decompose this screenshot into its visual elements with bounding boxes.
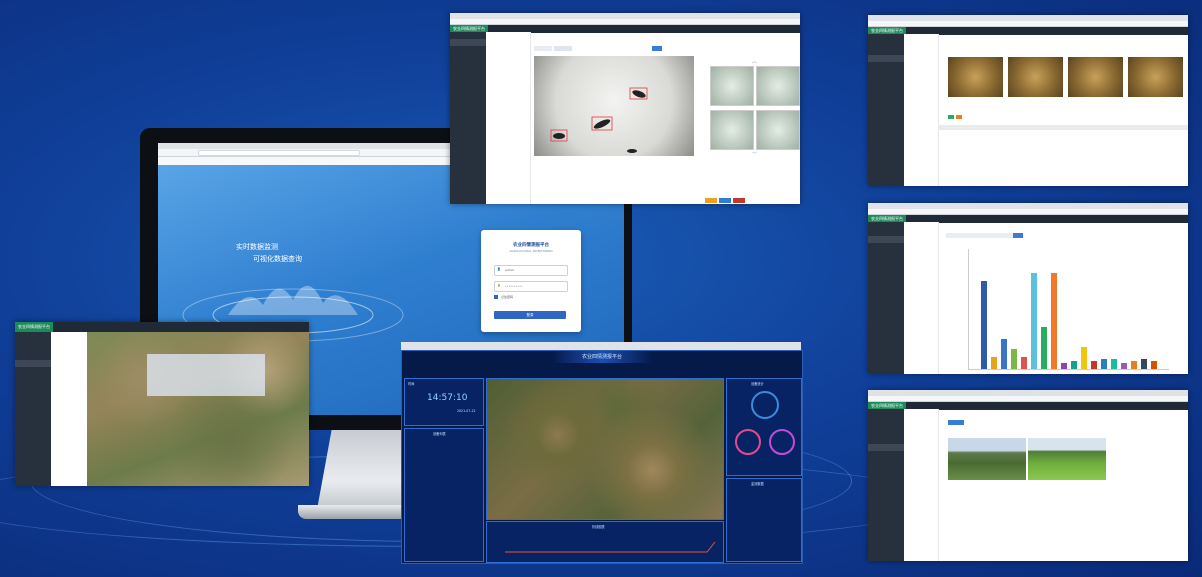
sidebar <box>868 222 904 374</box>
bar-mark <box>1011 349 1017 369</box>
sidebar <box>868 34 904 186</box>
search-button[interactable] <box>1013 233 1023 238</box>
map-window: 农业四情测报平台 <box>15 322 309 486</box>
spore-image[interactable] <box>948 57 1003 97</box>
microscope-window: 农业四情测报平台 <box>868 15 1188 186</box>
checkbox-icon[interactable] <box>494 295 498 299</box>
clock-panel: 时间 14:57:10 2021-07-22 <box>404 378 484 426</box>
sidebar <box>450 32 486 204</box>
view-button[interactable] <box>948 115 954 119</box>
bar-mark <box>1021 357 1027 369</box>
bar-mark <box>991 357 997 369</box>
field-camera-window: 农业四情测报平台 <box>868 390 1188 561</box>
device-tree[interactable] <box>51 332 88 486</box>
action-button[interactable] <box>719 198 731 203</box>
select-button[interactable] <box>948 420 964 425</box>
action-button[interactable] <box>705 198 717 203</box>
lock-icon: 🔒 <box>497 283 501 287</box>
action-button[interactable] <box>733 198 745 203</box>
device-list-title: 设备列表 <box>433 432 446 436</box>
bar-mark <box>1151 361 1157 369</box>
tab[interactable] <box>554 46 572 51</box>
pest-monitor-window: 农业四情测报平台 ︿ ﹀ <box>450 13 800 204</box>
spore-image[interactable] <box>1068 57 1123 97</box>
chevron-down-icon[interactable]: ﹀ <box>752 151 757 158</box>
bar-mark <box>1131 361 1137 369</box>
user-icon: 👤 <box>497 267 501 271</box>
bar-mark <box>1111 359 1117 369</box>
device-tree[interactable] <box>904 409 939 561</box>
bar-mark <box>1081 347 1087 369</box>
satellite-map[interactable] <box>87 332 309 486</box>
bar-mark <box>1061 363 1067 369</box>
username-value: admin <box>505 268 515 272</box>
bar-mark <box>1041 327 1047 369</box>
delete-button[interactable] <box>956 115 962 119</box>
field-photo[interactable] <box>948 438 1026 480</box>
sidebar <box>15 332 51 486</box>
device-stats-panel: 设备统计 <box>726 378 802 476</box>
statistics-window: 农业四情测报平台 <box>868 203 1188 374</box>
search-button[interactable] <box>652 46 662 51</box>
bar-mark <box>1001 339 1007 369</box>
pest-image[interactable] <box>534 56 694 156</box>
sidebar <box>868 409 904 561</box>
date: 2021-07-22 <box>457 409 476 413</box>
gauge <box>735 429 761 455</box>
right-title-2: 监测数据 <box>751 482 764 486</box>
tab[interactable] <box>534 46 552 51</box>
gauge <box>751 391 779 419</box>
device-tree[interactable] <box>904 222 939 374</box>
dashboard: 农业四情测报平台 时间 14:57:10 2021-07-22 设备列表 折线图… <box>401 350 803 564</box>
platform-brand: 农业四情测报平台 <box>15 322 53 332</box>
thumbnail[interactable] <box>756 110 800 150</box>
thumbnail[interactable] <box>710 110 754 150</box>
line-chart-panel: 折线图表 <box>486 521 724 563</box>
dashboard-title: 农业四情测报平台 <box>552 351 652 363</box>
bar-mark <box>1101 359 1107 369</box>
username-field[interactable]: 👤 admin <box>494 265 568 276</box>
dashboard-map[interactable] <box>486 378 724 520</box>
remember-label: 记住密码 <box>501 295 514 299</box>
spore-image[interactable] <box>1008 57 1063 97</box>
date-range-input[interactable] <box>946 233 1016 238</box>
section-header <box>938 125 1188 130</box>
bar-mark <box>1051 273 1057 369</box>
time-label: 时间 <box>408 382 415 386</box>
gauge <box>769 429 795 455</box>
bar-mark <box>1091 361 1097 369</box>
right-title-1: 设备统计 <box>751 382 764 386</box>
bar-mark <box>1071 361 1077 369</box>
bar-mark <box>1141 359 1147 369</box>
thumbnail[interactable] <box>756 66 800 106</box>
address-bar[interactable] <box>198 150 360 156</box>
login-card-subtitle: AGRICULTURAL MONITORING <box>509 249 553 253</box>
device-list-panel[interactable]: 设备列表 <box>404 428 484 562</box>
slogan-line-2: 可视化数据查询 <box>253 255 302 263</box>
device-tree[interactable] <box>486 32 531 204</box>
field-photo[interactable] <box>1028 438 1106 480</box>
bar-mark <box>981 281 987 369</box>
login-button[interactable]: 登录 <box>494 311 566 319</box>
login-card-title: 农业四情测报平台 <box>513 243 549 248</box>
chevron-up-icon[interactable]: ︿ <box>752 58 757 65</box>
bar-mark <box>1121 363 1127 369</box>
login-card: 农业四情测报平台 AGRICULTURAL MONITORING 👤 admin… <box>481 230 581 332</box>
info-popup <box>147 354 265 396</box>
pest-bar-chart <box>968 249 1169 370</box>
password-field[interactable]: 🔒 •••••••••• <box>494 281 568 292</box>
password-value: •••••••••• <box>505 284 523 288</box>
monitor-data-panel: 监测数据 <box>726 478 802 562</box>
spore-image[interactable] <box>1128 57 1183 97</box>
slogan-line-1: 实时数据监测 <box>236 243 278 251</box>
device-tree[interactable] <box>904 34 939 186</box>
clock: 14:57:10 <box>427 393 468 403</box>
thumbnail[interactable] <box>710 66 754 106</box>
bar-mark <box>1031 273 1037 369</box>
dash-browser-bar <box>401 342 801 350</box>
